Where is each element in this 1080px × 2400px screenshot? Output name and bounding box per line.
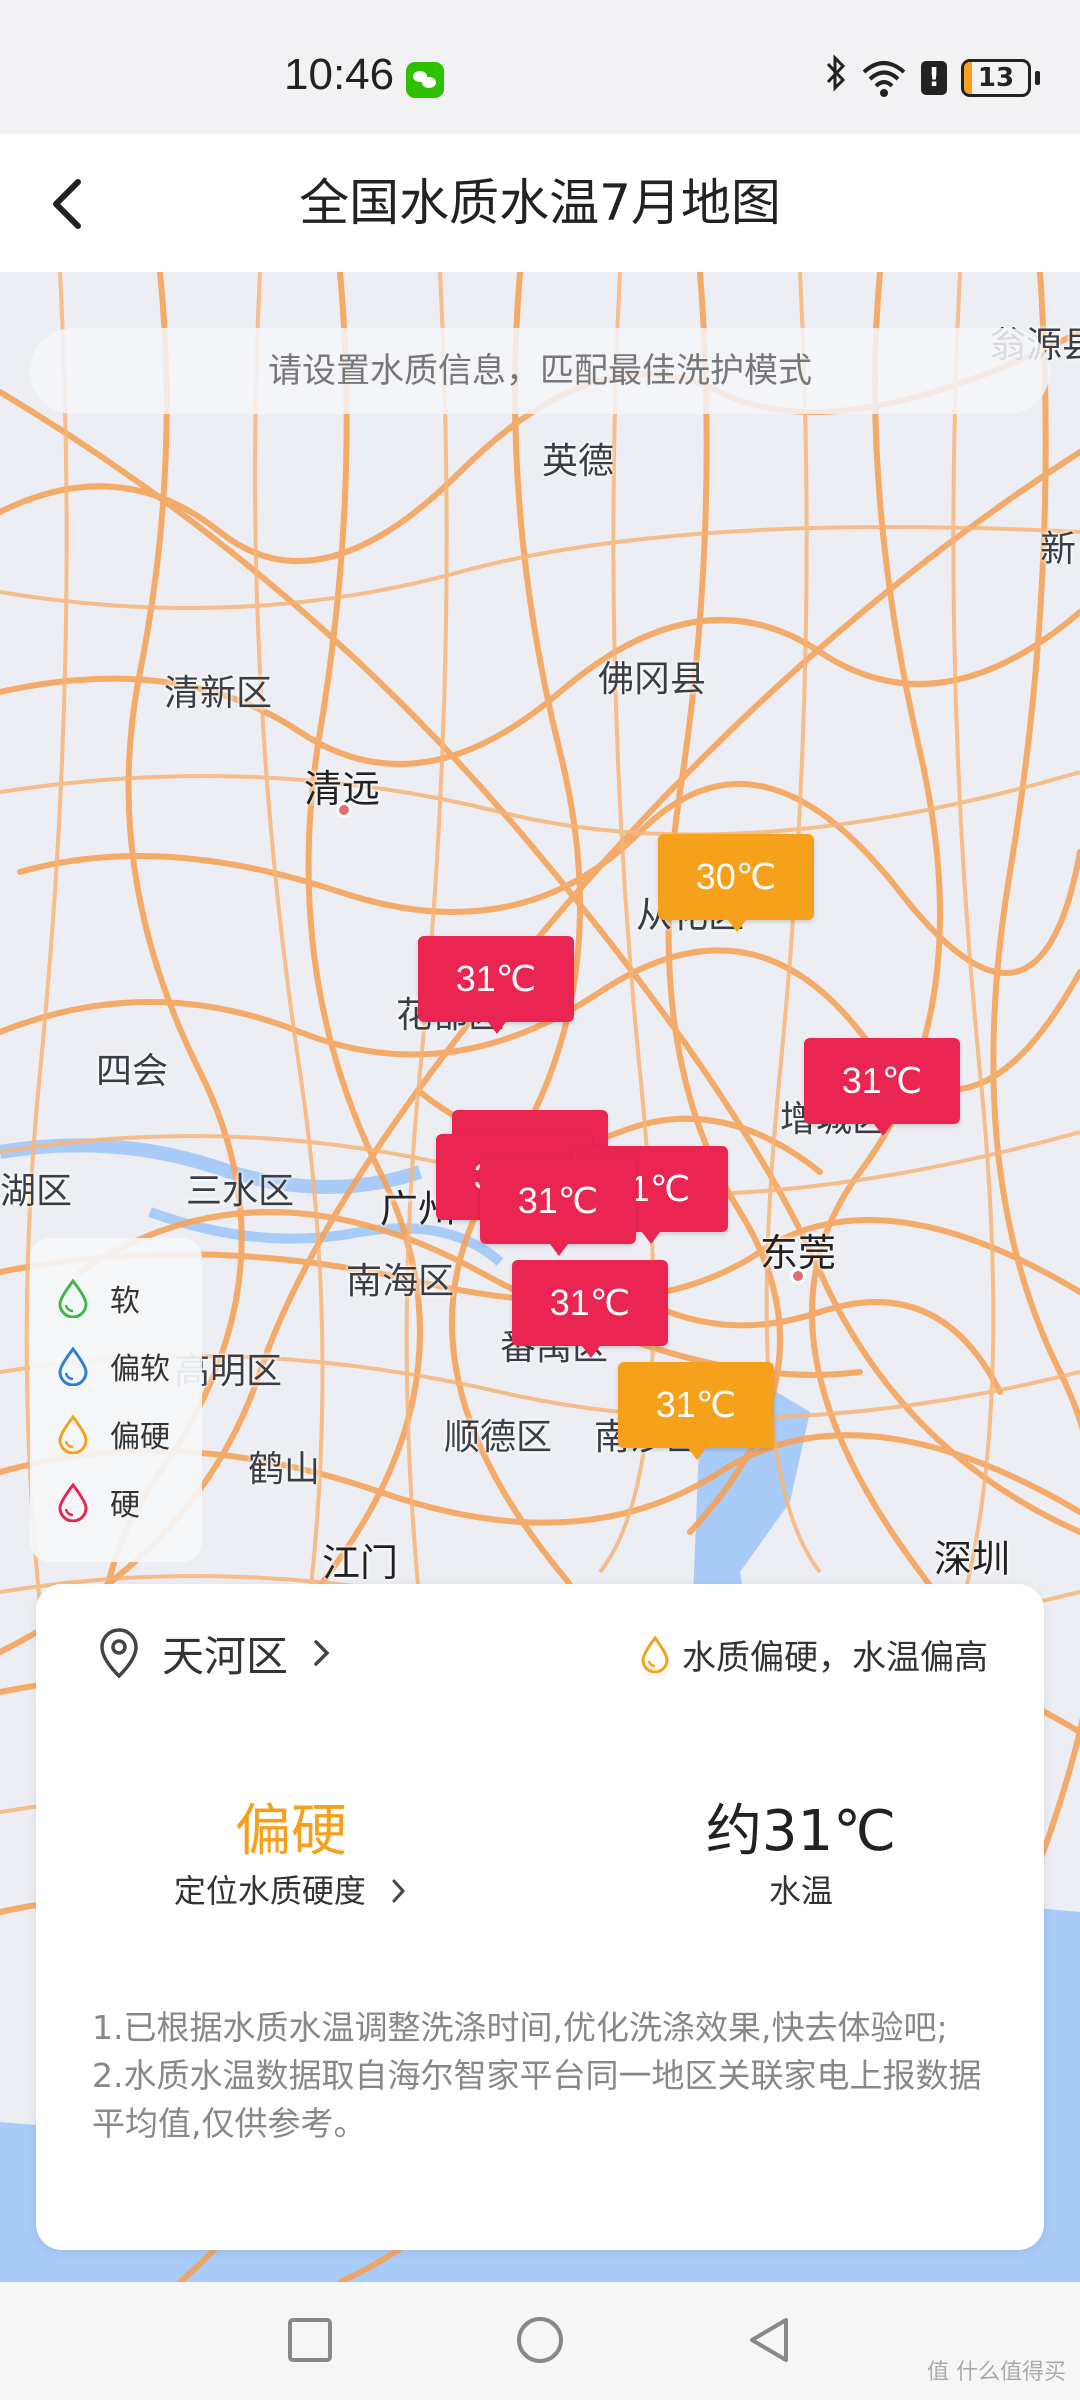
chevron-right-icon [314, 1640, 330, 1666]
status-time: 10:46 [284, 50, 395, 99]
quality-status-text: 水质偏硬，水温偏高 [682, 1637, 988, 1678]
place-label: 新 [1040, 529, 1077, 570]
drop-icon [641, 1635, 669, 1673]
square-icon[interactable] [282, 2312, 338, 2368]
locate-hardness-link[interactable]: 定位水质硬度 [96, 1866, 486, 1912]
chevron-right-icon [392, 1879, 406, 1903]
place-label: 三水区 [186, 1171, 295, 1212]
drop-icon [58, 1346, 88, 1386]
header: 全国水质水温7月地图 [0, 134, 1080, 272]
battery-icon: 13 [961, 59, 1031, 97]
city-dot [336, 802, 352, 818]
place-label: 英德 [542, 441, 615, 482]
place-label: 四会 [96, 1051, 169, 1092]
district-name: 天河区 [162, 1631, 289, 1681]
temp-marker[interactable]: 31℃ [418, 936, 574, 1034]
status-icons: ! 13 [825, 53, 1040, 103]
place-label: 鹤山 [248, 1449, 321, 1490]
triangle-back-icon[interactable] [742, 2312, 798, 2368]
city-dot [790, 1268, 806, 1284]
circle-icon[interactable] [512, 2312, 568, 2368]
wechat-icon [406, 62, 444, 98]
watermark: 值 什么值得买 [927, 2360, 1066, 2385]
app-screen: 10:46 ! 13 全国水质水温7月地图 英德 新 清新区 佛冈县 清远 四会… [0, 0, 1080, 2400]
legend-item-slightly-hard: 偏硬 [30, 1400, 202, 1468]
legend-item-soft: 软 [30, 1264, 202, 1332]
chevron-left-icon [53, 179, 81, 229]
drop-icon [58, 1414, 88, 1454]
place-label: 佛冈县 [598, 659, 707, 700]
place-label: 南海区 [346, 1261, 455, 1302]
place-label: 鼎湖区 [0, 1171, 73, 1212]
location-pin-icon [100, 1628, 138, 1679]
drop-icon [58, 1278, 88, 1318]
place-label: 江门 [322, 1541, 399, 1585]
notes: 1.已根据水质水温调整洗涤时间,优化洗涤效果,快去体验吧; 2.水质水温数据取自… [92, 2004, 992, 2148]
district-selector[interactable]: 天河区 [98, 1618, 332, 1688]
battery-tip [1035, 71, 1040, 85]
water-temp-label: 水温 [768, 1872, 833, 1910]
status-bar: 10:46 ! 13 [0, 0, 1080, 134]
hardness-value: 偏硬 [235, 1799, 347, 1864]
system-nav-bar: 值 什么值得买 [0, 2282, 1080, 2400]
temp-marker[interactable]: 30℃ [658, 834, 814, 932]
page-title: 全国水质水温7月地图 [299, 174, 781, 232]
legend-item-hard: 硬 [30, 1468, 202, 1536]
quality-status: 水质偏硬，水温偏高 [640, 1624, 988, 1684]
bluetooth-icon [825, 53, 847, 103]
temp-marker[interactable]: 31℃ [480, 1158, 636, 1256]
temp-marker[interactable]: 31℃ [512, 1260, 668, 1358]
water-temp-value: 约31℃ [705, 1799, 897, 1864]
place-label: 清新区 [164, 673, 273, 714]
legend-label: 偏软 [110, 1352, 170, 1387]
hardness-legend: 软 偏软 偏硬 硬 [30, 1238, 202, 1562]
note-line: 1.已根据水质水温调整洗涤时间,优化洗涤效果,快去体验吧; [92, 2008, 948, 2047]
legend-label: 软 [110, 1284, 140, 1319]
water-info-card: 天河区 水质偏硬，水温偏高 偏硬 定位水质硬度 约31℃ 水温 1.已根据水质水… [36, 1584, 1044, 2250]
back-button[interactable] [34, 168, 104, 238]
temp-marker[interactable]: 31℃ [804, 1038, 960, 1136]
temp-marker[interactable]: 31℃ [618, 1362, 774, 1460]
legend-item-slightly-soft: 偏软 [30, 1332, 202, 1400]
note-line: 2.水质水温数据取自海尔智家平台同一地区关联家电上报数据平均值,仅供参考。 [92, 2056, 982, 2143]
setup-prompt-banner[interactable]: 请设置水质信息，匹配最佳洗护模式 [30, 328, 1050, 414]
drop-icon [58, 1482, 88, 1522]
place-label: 顺德区 [444, 1417, 553, 1458]
legend-label: 硬 [110, 1488, 140, 1523]
battery-level: 13 [977, 63, 1015, 93]
legend-label: 偏硬 [110, 1420, 170, 1455]
alert-icon: ! [921, 61, 947, 95]
place-label: 深圳 [934, 1537, 1011, 1581]
locate-hardness-label: 定位水质硬度 [173, 1872, 366, 1910]
wifi-icon [861, 58, 907, 98]
